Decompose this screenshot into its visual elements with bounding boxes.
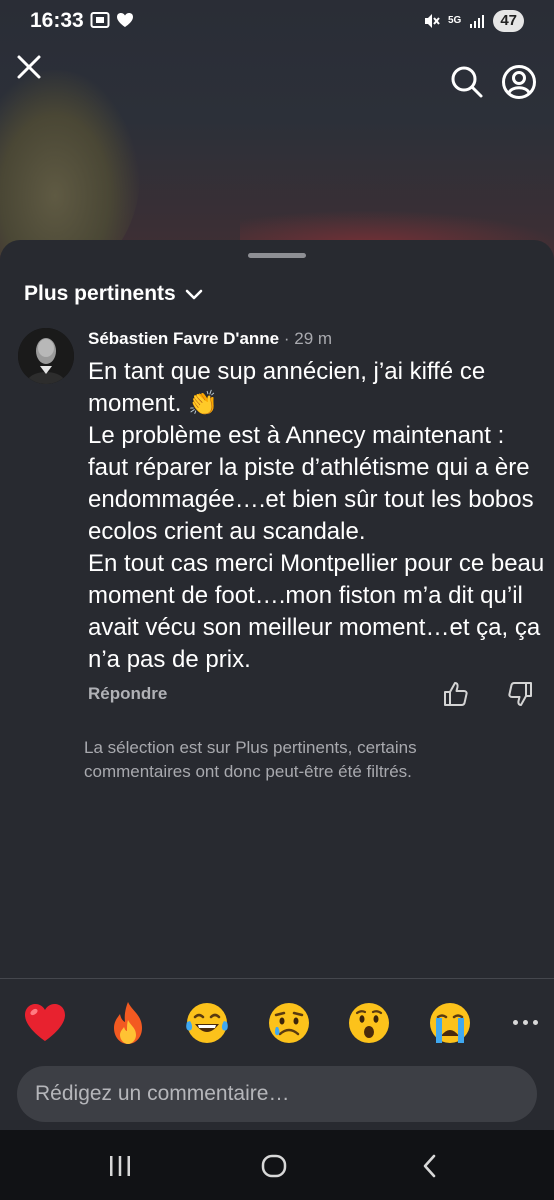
avatar[interactable] — [18, 328, 74, 384]
comment-header: Sébastien Favre D'anne · 29 m — [88, 329, 332, 349]
home-icon — [261, 1154, 287, 1178]
recent-apps-button[interactable] — [102, 1150, 138, 1182]
status-time: 16:33 — [30, 9, 84, 32]
comments-sheet: Plus pertinents Sébastien Favre D'anne ·… — [0, 240, 554, 1200]
reaction-bar — [20, 998, 540, 1048]
system-nav-bar — [0, 1130, 554, 1200]
thumbs-down-icon — [508, 682, 532, 706]
close-icon — [17, 55, 41, 79]
surprised-emoji-icon — [349, 1003, 389, 1043]
close-button[interactable] — [9, 47, 49, 87]
filter-note: La sélection est sur Plus pertinents, ce… — [84, 738, 417, 781]
tears-of-joy-emoji-icon — [186, 1003, 228, 1043]
back-icon — [423, 1154, 436, 1178]
search-icon — [451, 66, 483, 98]
network-type: 5G — [447, 15, 462, 26]
reaction-laugh-button[interactable] — [182, 998, 232, 1048]
screenshot-icon — [90, 12, 110, 28]
dislike-button[interactable] — [506, 680, 534, 708]
mute-icon — [424, 14, 440, 28]
comment-input[interactable] — [17, 1066, 537, 1122]
sad-emoji-icon — [269, 1003, 309, 1043]
header-separator: · — [283, 329, 290, 348]
status-bar: 16:33 5G 47 — [0, 0, 554, 42]
reply-button[interactable]: Répondre — [88, 684, 167, 704]
sort-dropdown[interactable]: Plus pertinents — [24, 282, 204, 306]
comment-author[interactable]: Sébastien Favre D'anne — [88, 329, 279, 348]
divider — [0, 978, 554, 979]
thumbs-up-icon — [444, 682, 468, 706]
chevron-down-icon — [185, 289, 203, 300]
signal-icon — [470, 15, 485, 28]
more-dots-icon — [512, 1019, 518, 1025]
sheet-drag-handle[interactable] — [248, 253, 306, 258]
reaction-heart-button[interactable] — [20, 998, 70, 1048]
profile-button[interactable] — [499, 62, 539, 102]
more-reactions-button[interactable] — [510, 1014, 540, 1030]
recent-apps-icon — [110, 1156, 130, 1176]
comment-time: 29 m — [294, 329, 333, 348]
home-button[interactable] — [256, 1150, 292, 1182]
battery-level: 47 — [493, 10, 524, 32]
status-right-icons: 5G 47 — [422, 10, 524, 32]
like-button[interactable] — [442, 680, 470, 708]
crying-emoji-icon — [430, 1003, 470, 1043]
heart-emoji-icon — [25, 1004, 65, 1041]
reaction-cry-button[interactable] — [425, 998, 475, 1048]
reaction-sad-button[interactable] — [264, 998, 314, 1048]
reaction-wow-button[interactable] — [344, 998, 394, 1048]
comment-text: En tant que sup annécien, j’ai kiffé ce … — [88, 358, 545, 673]
fire-emoji-icon — [114, 1002, 142, 1044]
sort-label: Plus pertinents — [24, 282, 176, 305]
screen: 16:33 5G 47 Plus pertinents Sébastien Fa… — [0, 0, 554, 1200]
heart-status-icon — [117, 13, 133, 27]
search-button[interactable] — [447, 62, 487, 102]
back-button[interactable] — [412, 1150, 448, 1182]
status-left-icons — [90, 11, 134, 29]
reaction-fire-button[interactable] — [103, 998, 153, 1048]
profile-icon — [502, 65, 536, 99]
